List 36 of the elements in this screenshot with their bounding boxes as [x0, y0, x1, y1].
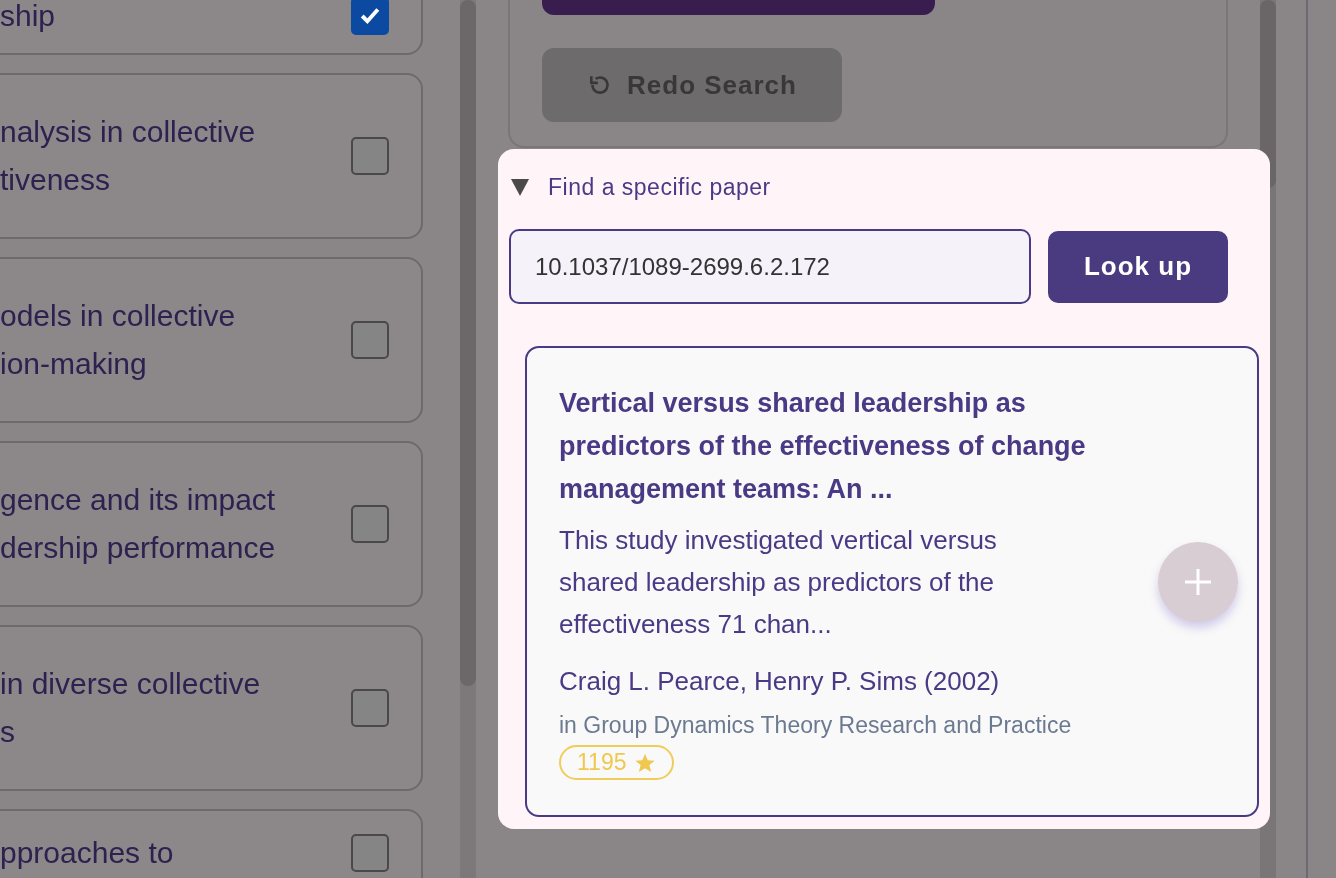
topic-text: ship	[0, 0, 56, 34]
plus-icon	[1183, 567, 1213, 597]
add-button[interactable]	[1158, 542, 1238, 622]
topic-card[interactable]: odels in collective ion-making	[0, 257, 423, 423]
topic-text: gence and its impact	[0, 482, 276, 518]
checkbox[interactable]	[351, 321, 389, 359]
paper-abstract: This study investigated vertical versus shared leadership as predictors of the effectiveness 71 chan...	[559, 524, 998, 641]
topic-text: ion-making	[0, 346, 148, 382]
topic-text: nalysis in collective	[0, 114, 256, 150]
topic-text: dership performance	[0, 530, 276, 566]
paper-venue: in Group Dynamics Theory Research and Practice	[559, 711, 1073, 740]
topic-card[interactable]: in diverse collective s	[0, 625, 423, 791]
section-title[interactable]: Find a specific paper	[548, 173, 771, 201]
paper-authors: Craig L. Pearce, Henry P. Sims (2002)	[559, 665, 1001, 698]
topic-card[interactable]: nalysis in collective tiveness	[0, 73, 423, 239]
topic-card[interactable]: pproaches to	[0, 809, 423, 878]
scrollbar[interactable]	[460, 0, 476, 878]
doi-input-field[interactable]: 10.1037/1089-2699.6.2.172	[509, 229, 1031, 304]
checkbox[interactable]	[351, 0, 389, 35]
paper-title[interactable]: Vertical versus shared leadership as predictors of the effectiveness of change management teams: An ...	[559, 382, 1119, 511]
topic-text: s	[0, 714, 16, 750]
scrollbar-thumb[interactable]	[460, 0, 476, 686]
topic-text: pproaches to	[0, 835, 174, 871]
topic-text: in diverse collective	[0, 666, 261, 702]
paper-card[interactable]	[525, 346, 1259, 817]
checkbox[interactable]	[351, 689, 389, 727]
checkbox[interactable]	[351, 505, 389, 543]
disclosure-triangle-icon[interactable]	[510, 177, 530, 197]
checkbox[interactable]	[351, 834, 389, 872]
topic-text: odels in collective	[0, 298, 236, 334]
topic-text: tiveness	[0, 162, 112, 198]
topic-card[interactable]: ship	[0, 0, 423, 55]
citation-count: 1195	[577, 749, 627, 776]
look-up-button[interactable]: Look up	[1048, 230, 1228, 303]
topic-card[interactable]: gence and its impact dership performance	[0, 441, 423, 607]
checkbox[interactable]	[351, 137, 389, 175]
